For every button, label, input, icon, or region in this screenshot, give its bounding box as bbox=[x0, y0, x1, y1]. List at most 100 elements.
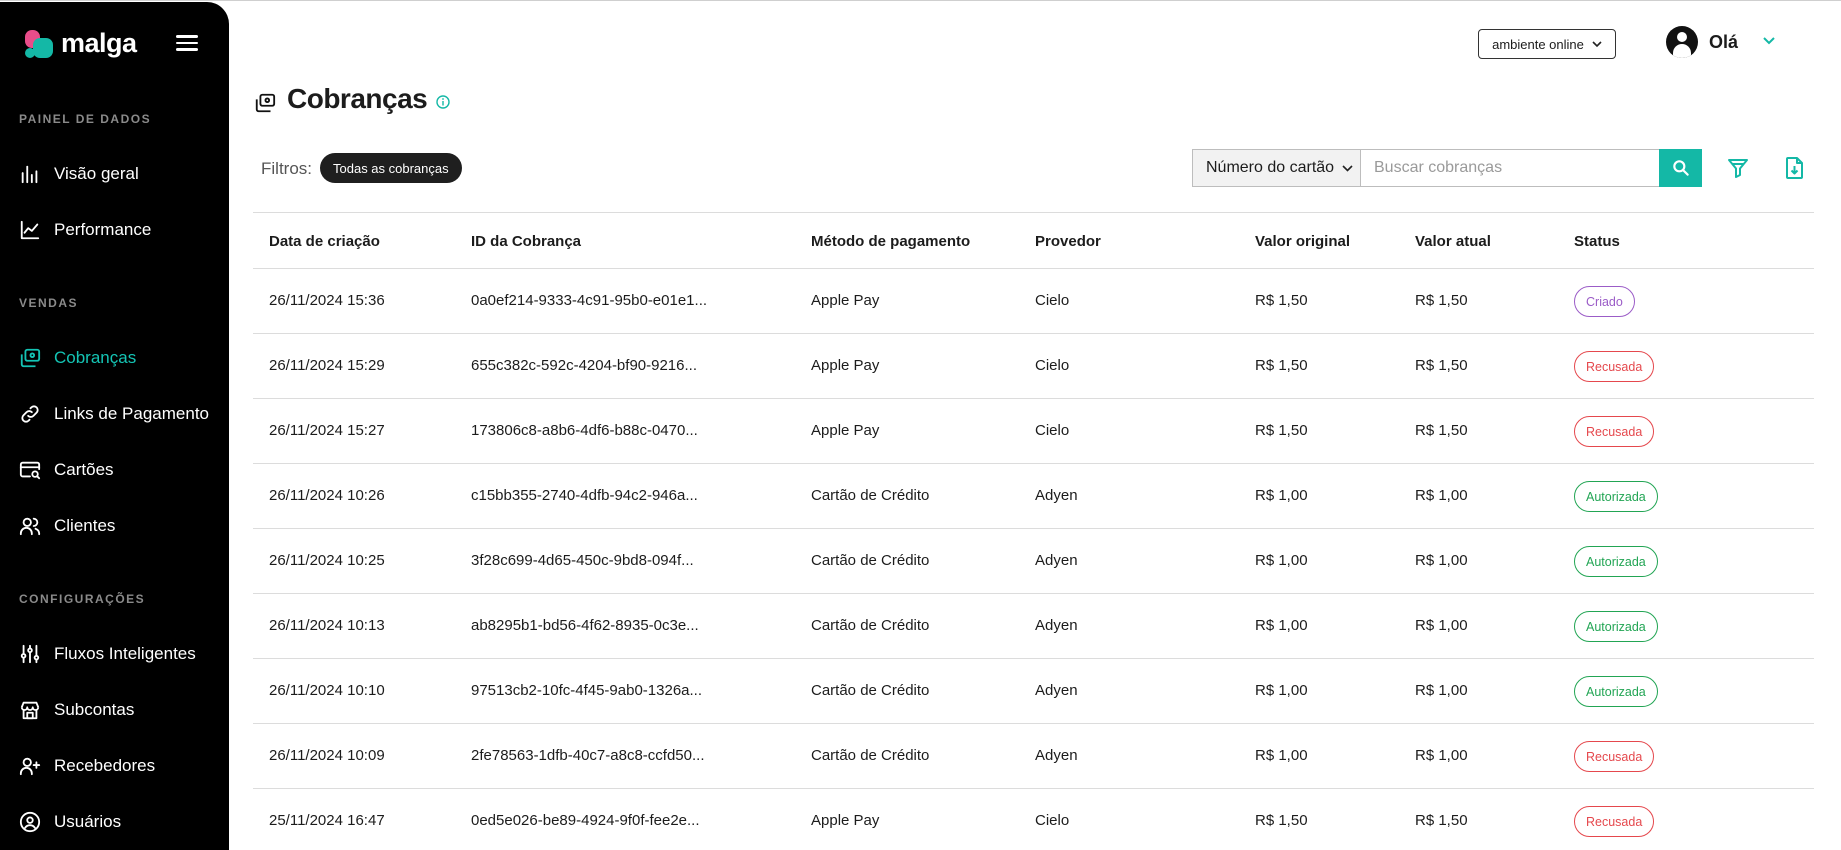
charges-table: Data de criação ID da Cobrança Método de… bbox=[253, 212, 1814, 850]
brand-logo[interactable]: malga bbox=[25, 28, 137, 59]
cell-id: 173806c8-a8b6-4df6-b88c-0470... bbox=[471, 422, 698, 439]
cell-id: 2fe78563-1dfb-40c7-a8c8-ccfd50... bbox=[471, 747, 705, 764]
cell-id: ab8295b1-bd56-4f62-8935-0c3e... bbox=[471, 617, 699, 634]
search-button[interactable] bbox=[1659, 149, 1702, 187]
cell-date: 26/11/2024 10:10 bbox=[269, 682, 385, 699]
table-row[interactable]: 26/11/2024 10:26 c15bb355-2740-4dfb-94c2-… bbox=[253, 464, 1814, 529]
cell-date: 26/11/2024 10:25 bbox=[269, 552, 385, 569]
user-menu[interactable]: Olá bbox=[1666, 26, 1738, 58]
table-row[interactable]: 26/11/2024 15:36 0a0ef214-9333-4c91-95b0-… bbox=[253, 269, 1814, 334]
bar-chart-icon bbox=[21, 165, 38, 184]
cell-current-value: R$ 1,00 bbox=[1415, 487, 1468, 504]
malga-logo-icon bbox=[25, 29, 53, 58]
column-header-valor-original[interactable]: Valor original bbox=[1255, 233, 1350, 250]
cell-original-value: R$ 1,00 bbox=[1255, 747, 1308, 764]
filter-icon[interactable] bbox=[1726, 156, 1750, 180]
table-header: Data de criação ID da Cobrança Método de… bbox=[253, 212, 1814, 269]
sidebar-item-label: Fluxos Inteligentes bbox=[54, 644, 196, 663]
section-title-configuracoes: CONFIGURAÇÕES bbox=[19, 592, 146, 606]
cell-method: Cartão de Crédito bbox=[811, 747, 930, 764]
section-title-painel: PAINEL DE DADOS bbox=[19, 112, 152, 126]
cell-id: c15bb355-2740-4dfb-94c2-946a... bbox=[471, 487, 698, 504]
table-row[interactable]: 26/11/2024 15:29 655c382c-592c-4204-bf90-… bbox=[253, 334, 1814, 399]
cell-provider: Adyen bbox=[1035, 682, 1078, 699]
column-header-valor-atual[interactable]: Valor atual bbox=[1415, 233, 1491, 250]
cell-date: 26/11/2024 15:36 bbox=[269, 292, 385, 309]
cell-id: 97513cb2-10fc-4f45-9ab0-1326a... bbox=[471, 682, 703, 699]
sidebar-item-label: Subcontas bbox=[54, 700, 135, 719]
table-row[interactable]: 26/11/2024 10:10 97513cb2-10fc-4f45-9ab0-… bbox=[253, 659, 1814, 724]
sidebar-item-usuarios[interactable]: Usuários bbox=[19, 806, 121, 838]
status-badge: Criado bbox=[1574, 286, 1635, 317]
status-badge: Autorizada bbox=[1574, 546, 1658, 577]
sidebar-item-label: Links de Pagamento bbox=[54, 404, 209, 423]
sidebar-item-label: Usuários bbox=[54, 812, 122, 831]
search-input[interactable] bbox=[1360, 149, 1660, 187]
cell-provider: Cielo bbox=[1035, 292, 1070, 309]
cell-id: 3f28c699-4d65-450c-9bd8-094f... bbox=[471, 552, 694, 569]
column-header-metodo[interactable]: Método de pagamento bbox=[811, 233, 970, 250]
export-file-icon[interactable] bbox=[1784, 156, 1806, 180]
cell-method: Cartão de Crédito bbox=[811, 617, 930, 634]
menu-toggle-icon[interactable] bbox=[172, 32, 198, 54]
cell-provider: Cielo bbox=[1035, 357, 1070, 374]
sidebar-item-visao-geral[interactable]: Visão geral bbox=[19, 158, 139, 190]
search-icon bbox=[1672, 160, 1689, 176]
table-row[interactable]: 26/11/2024 10:25 3f28c699-4d65-450c-9bd8-… bbox=[253, 529, 1814, 594]
sidebar-item-links-pagamento[interactable]: Links de Pagamento bbox=[19, 398, 209, 430]
cell-current-value: R$ 1,00 bbox=[1415, 617, 1468, 634]
status-badge: Recusada bbox=[1574, 416, 1655, 447]
cell-method: Apple Pay bbox=[811, 292, 880, 309]
sidebar-item-performance[interactable]: Performance bbox=[19, 214, 151, 246]
environment-select[interactable]: ambiente online bbox=[1478, 29, 1616, 59]
filters-label: Filtros: bbox=[261, 159, 312, 178]
table-row[interactable]: 25/11/2024 16:47 0ed5e026-be89-4924-9f0f-… bbox=[253, 789, 1814, 850]
cell-provider: Cielo bbox=[1035, 422, 1070, 439]
cell-original-value: R$ 1,00 bbox=[1255, 617, 1308, 634]
cell-current-value: R$ 1,50 bbox=[1415, 357, 1468, 374]
cell-method: Apple Pay bbox=[811, 422, 880, 439]
cell-current-value: R$ 1,00 bbox=[1415, 682, 1468, 699]
cell-current-value: R$ 1,00 bbox=[1415, 552, 1468, 569]
card-search-icon bbox=[19, 461, 41, 480]
column-header-id[interactable]: ID da Cobrança bbox=[471, 233, 581, 250]
filter-chip-todas[interactable]: Todas as cobranças bbox=[320, 153, 462, 183]
column-header-status[interactable]: Status bbox=[1574, 233, 1620, 250]
line-chart-icon bbox=[20, 220, 40, 240]
user-chevron-down-icon[interactable] bbox=[1762, 36, 1776, 45]
user-circle-icon bbox=[19, 811, 41, 833]
charges-icon bbox=[255, 93, 276, 113]
table-row[interactable]: 26/11/2024 10:09 2fe78563-1dfb-40c7-a8c8-… bbox=[253, 724, 1814, 789]
table-row[interactable]: 26/11/2024 15:27 173806c8-a8b6-4df6-b88c-… bbox=[253, 399, 1814, 464]
sidebar-item-clientes[interactable]: Clientes bbox=[19, 510, 115, 542]
cell-original-value: R$ 1,00 bbox=[1255, 552, 1308, 569]
column-header-data[interactable]: Data de criação bbox=[269, 233, 380, 250]
sidebar-item-subcontas[interactable]: Subcontas bbox=[19, 694, 134, 726]
sliders-icon bbox=[20, 644, 40, 664]
sidebar-item-cobrancas[interactable]: Cobranças bbox=[19, 342, 136, 374]
cell-original-value: R$ 1,50 bbox=[1255, 357, 1308, 374]
sidebar-item-label: Recebedores bbox=[54, 756, 156, 775]
info-icon[interactable] bbox=[436, 95, 450, 109]
chevron-down-icon bbox=[1342, 164, 1353, 172]
cell-date: 26/11/2024 10:13 bbox=[269, 617, 385, 634]
avatar bbox=[1666, 26, 1698, 58]
cell-id: 655c382c-592c-4204-bf90-9216... bbox=[471, 357, 697, 374]
cell-method: Cartão de Crédito bbox=[811, 552, 930, 569]
cell-id: 0ed5e026-be89-4924-9f0f-fee2e... bbox=[471, 812, 700, 829]
status-badge: Autorizada bbox=[1574, 676, 1658, 707]
search-field-select[interactable]: Número do cartão bbox=[1192, 149, 1360, 187]
cell-method: Cartão de Crédito bbox=[811, 487, 930, 504]
link-icon bbox=[21, 405, 39, 423]
users-icon bbox=[19, 517, 41, 536]
user-greeting: Olá bbox=[1709, 31, 1739, 52]
table-row[interactable]: 26/11/2024 10:13 ab8295b1-bd56-4f62-8935-… bbox=[253, 594, 1814, 659]
sidebar-item-recebedores[interactable]: Recebedores bbox=[19, 750, 155, 782]
sidebar-item-fluxos-inteligentes[interactable]: Fluxos Inteligentes bbox=[19, 638, 196, 670]
column-header-provedor[interactable]: Provedor bbox=[1035, 233, 1101, 250]
sidebar-item-cartoes[interactable]: Cartões bbox=[19, 454, 114, 486]
cell-date: 26/11/2024 15:29 bbox=[269, 357, 385, 374]
cell-original-value: R$ 1,00 bbox=[1255, 682, 1308, 699]
status-badge: Recusada bbox=[1574, 806, 1655, 837]
status-badge: Recusada bbox=[1574, 741, 1655, 772]
